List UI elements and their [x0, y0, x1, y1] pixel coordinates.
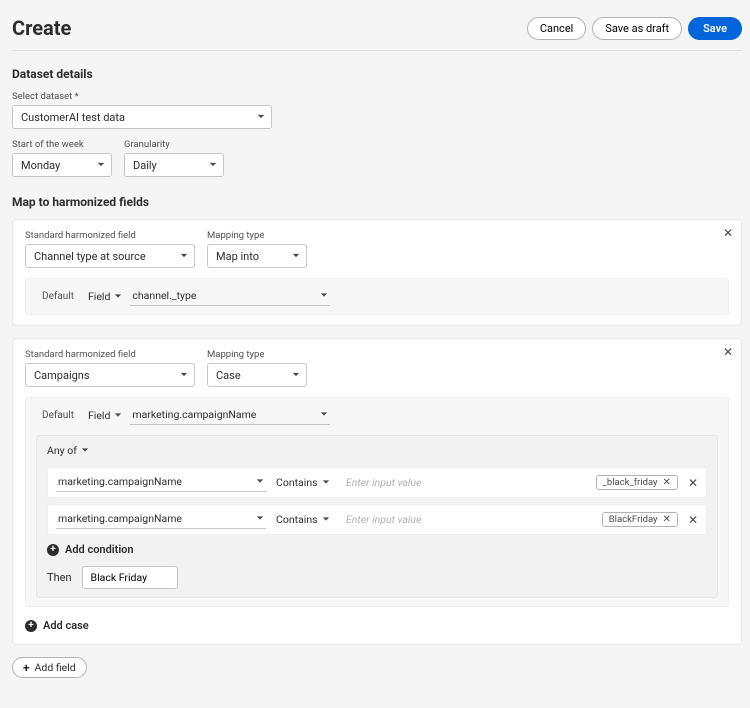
- default-label: Default: [36, 407, 80, 424]
- select-dataset-dropdown[interactable]: CustomerAI test data: [12, 105, 272, 129]
- select-dataset-value: CustomerAI test data: [21, 111, 125, 124]
- save-draft-button[interactable]: Save as draft: [592, 17, 682, 40]
- field-mode-value: Field: [88, 409, 110, 422]
- condition-op-dropdown[interactable]: Contains: [276, 476, 336, 489]
- chevron-down-icon: [97, 159, 105, 172]
- default-field-dropdown[interactable]: channel._type: [130, 287, 330, 306]
- add-field-label: Add field: [35, 661, 76, 674]
- mapping-card: ✕ Standard harmonized field Campaigns Ma…: [12, 338, 742, 645]
- field-mode-dropdown[interactable]: Field: [88, 290, 122, 303]
- anyof-block: Any of marketing.campaignName C: [36, 435, 718, 598]
- case-block: Default Field marketing.campaignName Any…: [25, 397, 729, 607]
- default-field-value: channel._type: [132, 289, 196, 302]
- std-field-label: Standard harmonized field: [25, 349, 195, 360]
- granularity-dropdown[interactable]: Daily: [124, 153, 224, 177]
- condition-field-value: marketing.campaignName: [58, 512, 182, 525]
- mapping-type-dropdown[interactable]: Case: [207, 363, 307, 387]
- condition-row: marketing.campaignName Contains _black_f…: [47, 467, 707, 498]
- condition-field-value: marketing.campaignName: [58, 475, 182, 488]
- mapping-type-label: Mapping type: [207, 349, 307, 360]
- condition-value-input[interactable]: [346, 513, 592, 526]
- tag-remove-icon[interactable]: ✕: [663, 478, 671, 488]
- add-case-button[interactable]: + Add case: [25, 619, 729, 632]
- default-field-dropdown[interactable]: marketing.campaignName: [130, 406, 330, 425]
- remove-condition-icon[interactable]: ✕: [688, 476, 698, 490]
- start-week-dropdown[interactable]: Monday: [12, 153, 112, 177]
- chevron-down-icon: [320, 408, 328, 421]
- std-field-dropdown[interactable]: Channel type at source: [25, 244, 195, 268]
- value-tag: _black_friday ✕: [596, 475, 678, 490]
- chevron-down-icon: [322, 476, 330, 489]
- chevron-down-icon: [322, 513, 330, 526]
- anyof-label: Any of: [47, 444, 77, 457]
- granularity-label: Granularity: [124, 139, 224, 150]
- mapping-type-value: Map into: [216, 250, 259, 263]
- save-button[interactable]: Save: [688, 17, 742, 40]
- condition-op-dropdown[interactable]: Contains: [276, 513, 336, 526]
- start-week-value: Monday: [21, 159, 60, 172]
- add-case-label: Add case: [43, 619, 89, 632]
- chevron-down-icon: [256, 512, 264, 525]
- plus-icon: +: [25, 620, 37, 632]
- condition-value-input[interactable]: [346, 476, 586, 489]
- then-value-input[interactable]: [82, 566, 178, 589]
- start-week-label: Start of the week: [12, 139, 112, 150]
- plus-icon: +: [47, 544, 59, 556]
- chevron-down-icon: [320, 289, 328, 302]
- map-fields-heading: Map to harmonized fields: [12, 195, 742, 209]
- field-mode-dropdown[interactable]: Field: [88, 409, 122, 422]
- page-title: Create: [12, 16, 71, 40]
- condition-field-dropdown[interactable]: marketing.campaignName: [56, 473, 266, 492]
- default-field-value: marketing.campaignName: [132, 408, 256, 421]
- anyof-dropdown[interactable]: Any of: [47, 444, 89, 457]
- remove-condition-icon[interactable]: ✕: [688, 513, 698, 527]
- chevron-down-icon: [114, 290, 122, 303]
- close-icon[interactable]: ✕: [723, 345, 733, 359]
- std-field-value: Channel type at source: [34, 250, 146, 263]
- close-icon[interactable]: ✕: [723, 226, 733, 240]
- chevron-down-icon: [180, 369, 188, 382]
- then-label: Then: [47, 571, 72, 584]
- default-row: Default Field channel._type: [25, 278, 729, 315]
- select-dataset-label: Select dataset: [12, 91, 742, 102]
- value-tag: BlackFriday ✕: [602, 512, 678, 527]
- add-condition-button[interactable]: + Add condition: [47, 543, 707, 556]
- condition-op-value: Contains: [276, 513, 318, 526]
- add-field-button[interactable]: + Add field: [12, 657, 87, 678]
- condition-field-dropdown[interactable]: marketing.campaignName: [56, 510, 266, 529]
- mapping-type-dropdown[interactable]: Map into: [207, 244, 307, 268]
- chevron-down-icon: [292, 250, 300, 263]
- plus-icon: +: [23, 662, 30, 674]
- chevron-down-icon: [114, 409, 122, 422]
- chevron-down-icon: [81, 444, 89, 457]
- chevron-down-icon: [209, 159, 217, 172]
- chevron-down-icon: [256, 475, 264, 488]
- cancel-button[interactable]: Cancel: [527, 17, 586, 40]
- condition-op-value: Contains: [276, 476, 318, 489]
- std-field-label: Standard harmonized field: [25, 230, 195, 241]
- std-field-value: Campaigns: [34, 369, 90, 382]
- value-tag-text: BlackFriday: [609, 514, 658, 525]
- dataset-details-heading: Dataset details: [12, 67, 742, 81]
- tag-remove-icon[interactable]: ✕: [663, 515, 671, 525]
- field-mode-value: Field: [88, 290, 110, 303]
- condition-row: marketing.campaignName Contains BlackFri…: [47, 504, 707, 535]
- mapping-type-value: Case: [216, 369, 241, 382]
- chevron-down-icon: [292, 369, 300, 382]
- default-label: Default: [36, 288, 80, 305]
- chevron-down-icon: [180, 250, 188, 263]
- add-condition-label: Add condition: [65, 543, 134, 556]
- mapping-card: ✕ Standard harmonized field Channel type…: [12, 219, 742, 326]
- granularity-value: Daily: [133, 159, 157, 172]
- mapping-type-label: Mapping type: [207, 230, 307, 241]
- std-field-dropdown[interactable]: Campaigns: [25, 363, 195, 387]
- value-tag-text: _black_friday: [603, 477, 658, 488]
- chevron-down-icon: [257, 111, 265, 124]
